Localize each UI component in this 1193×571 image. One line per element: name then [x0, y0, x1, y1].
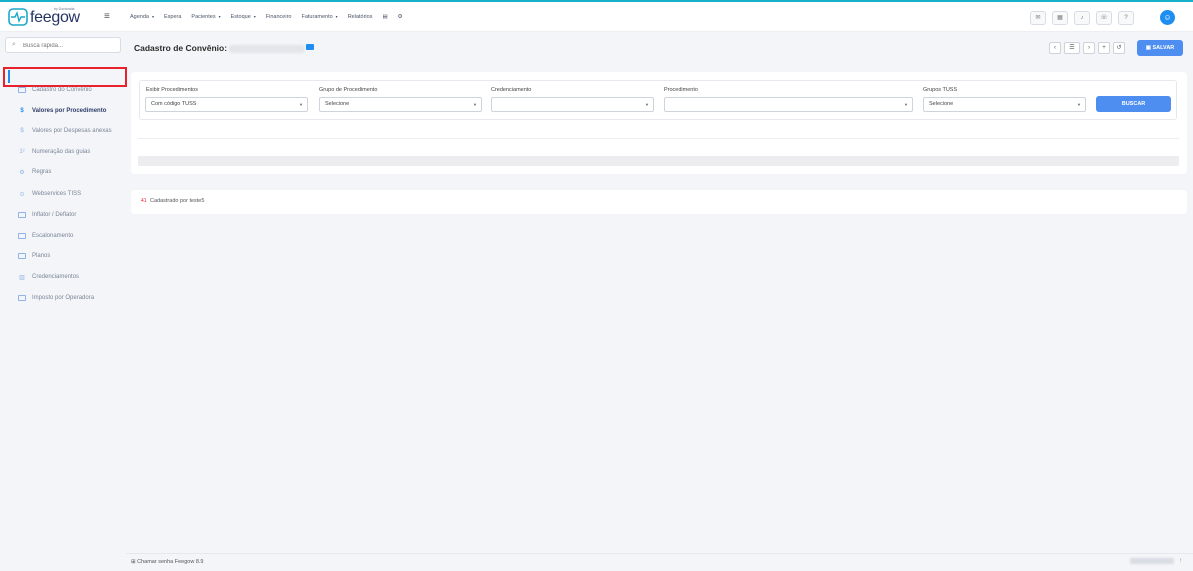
chevron-down-icon: ▼	[299, 102, 303, 107]
save-button[interactable]: ▣ SALVAR	[1137, 40, 1183, 56]
procedimento-select[interactable]: ▼	[664, 97, 913, 112]
sidebar-item-valores-procedimento[interactable]: $ Valores por Procedimento	[18, 105, 106, 117]
sidebar-item-escalonamento[interactable]: Escalonamento	[18, 230, 73, 242]
add-icon[interactable]: +	[1098, 42, 1110, 54]
menu-financeiro[interactable]: Financeiro	[266, 14, 292, 20]
chat-icon[interactable]: ☏	[1096, 11, 1112, 25]
active-item-indicator	[8, 70, 10, 83]
webservice-icon: ⊙	[19, 191, 25, 198]
number-icon: 1²	[19, 149, 25, 155]
search-icon: ⌕	[12, 41, 16, 48]
grupo-procedimento-select[interactable]: Selecione ▼	[319, 97, 482, 112]
list-icon	[18, 253, 26, 259]
previous-icon[interactable]: ‹	[1049, 42, 1061, 54]
grupo-procedimento-label: Grupo de Procedimento	[319, 87, 378, 93]
help-icon[interactable]: ?	[1118, 11, 1134, 25]
chevron-down-icon: ▼	[1077, 102, 1081, 107]
hamburger-menu-icon[interactable]: ≡	[104, 11, 110, 22]
list-icon[interactable]: ☰	[1064, 42, 1080, 54]
sidebar-item-inflator[interactable]: Inflator / Deflator	[18, 209, 76, 221]
footer-divider	[126, 553, 1193, 554]
card-icon[interactable]	[306, 44, 314, 50]
footer-left: ⊞ Chamar senha Feegow 8.9	[131, 559, 204, 565]
menu-estoque[interactable]: Estoque ▾	[231, 14, 256, 20]
next-icon[interactable]: ›	[1083, 42, 1095, 54]
doc-icon: ▥	[19, 274, 25, 281]
save-icon: ▣	[1145, 45, 1151, 51]
sidebar-item-credenciamentos[interactable]: ▥ Credenciamentos	[18, 271, 79, 283]
main-menu: Agenda ▾ Espera Pacientes ▾ Estoque ▾ Finan…	[130, 14, 403, 20]
sidebar-item-regras[interactable]: ⚙ Regras	[18, 166, 51, 178]
grupos-tuss-label: Grupos TUSS	[923, 87, 958, 93]
table-icon	[18, 87, 26, 93]
exibir-procedimentos-select[interactable]: Com código TUSS ▼	[145, 97, 308, 112]
rules-icon: ⚙	[19, 169, 25, 176]
sidebar-item-cadastro-convenio[interactable]: Cadastro do Convênio	[18, 84, 92, 96]
chevron-down-icon: ▼	[904, 102, 908, 107]
record-badge: 41	[141, 198, 147, 204]
created-by-text: Cadastrado por teste5	[150, 198, 205, 204]
sidebar-item-valores-despesas[interactable]: $ Valores por Despesas anexas	[18, 125, 111, 137]
exibir-procedimentos-label: Exibir Procedimentos	[146, 87, 198, 93]
bell-icon[interactable]: ♪	[1074, 11, 1090, 25]
procedimento-label: Procedimento	[664, 87, 698, 93]
user-avatar-icon[interactable]: ☺	[1160, 10, 1175, 25]
database-icon[interactable]: ▤	[382, 14, 387, 20]
grid-icon[interactable]: ▦	[1052, 11, 1068, 25]
divider	[138, 138, 1179, 139]
heartbeat-logo-icon	[8, 8, 28, 26]
quick-search[interactable]: ⌕	[5, 37, 121, 53]
sidebar-item-planos[interactable]: Planos	[18, 250, 50, 262]
arrow-up-icon[interactable]: ↑	[1179, 558, 1182, 564]
menu-pacientes[interactable]: Pacientes ▾	[191, 14, 220, 20]
settings-icon[interactable]: ⚙	[398, 14, 403, 20]
quick-search-input[interactable]	[23, 40, 118, 51]
menu-faturamento[interactable]: Faturamento ▾	[301, 14, 337, 20]
mail-icon[interactable]: ✉	[1030, 11, 1046, 25]
ticket-icon: ⊞	[131, 559, 136, 565]
chevron-down-icon: ▼	[473, 102, 477, 107]
dollar-icon: $	[20, 108, 24, 114]
navbar-icon-group: ✉ ▦ ♪ ☏ ?	[1030, 11, 1134, 25]
credenciamento-label: Credenciamento	[491, 87, 532, 93]
record-info-card: 41 Cadastrado por teste5	[131, 190, 1187, 214]
version-text: Feegow 8.9	[174, 559, 204, 565]
footer-redacted-text	[1130, 558, 1174, 564]
dollar-icon: $	[20, 128, 24, 134]
menu-espera[interactable]: Espera	[164, 14, 181, 20]
card-icon	[18, 295, 26, 301]
sidebar-item-numeracao-guias[interactable]: 1² Numeração das guias	[18, 146, 90, 158]
card-icon	[18, 212, 26, 218]
sidebar-item-webservices[interactable]: ⊙ Webservices TISS	[18, 188, 81, 200]
sidebar-item-imposto[interactable]: Imposto por Operadora	[18, 292, 94, 304]
menu-relatorios[interactable]: Relatórios	[348, 14, 373, 20]
results-placeholder-bar	[138, 156, 1179, 166]
top-navbar: by Doctoralia feegow ≡ Agenda ▾ Espera Pa…	[0, 2, 1193, 32]
convenio-name-redacted	[229, 44, 306, 53]
page-title: Cadastro de Convênio:	[134, 43, 306, 53]
brand-name: feegow	[30, 9, 80, 26]
menu-agenda[interactable]: Agenda ▾	[130, 14, 154, 20]
footer-right: ↑	[1130, 558, 1182, 564]
record-toolbar: ‹ ☰ › + ↺	[1049, 42, 1125, 54]
grupos-tuss-select[interactable]: Selecione ▼	[923, 97, 1086, 112]
history-icon[interactable]: ↺	[1113, 42, 1125, 54]
card-icon	[18, 233, 26, 239]
search-button[interactable]: BUSCAR	[1096, 96, 1171, 112]
chevron-down-icon: ▼	[645, 102, 649, 107]
credenciamento-select[interactable]: ▼	[491, 97, 654, 112]
feegow-logo[interactable]: by Doctoralia feegow	[8, 7, 80, 28]
call-password-button[interactable]: ⊞ Chamar senha	[131, 559, 173, 565]
